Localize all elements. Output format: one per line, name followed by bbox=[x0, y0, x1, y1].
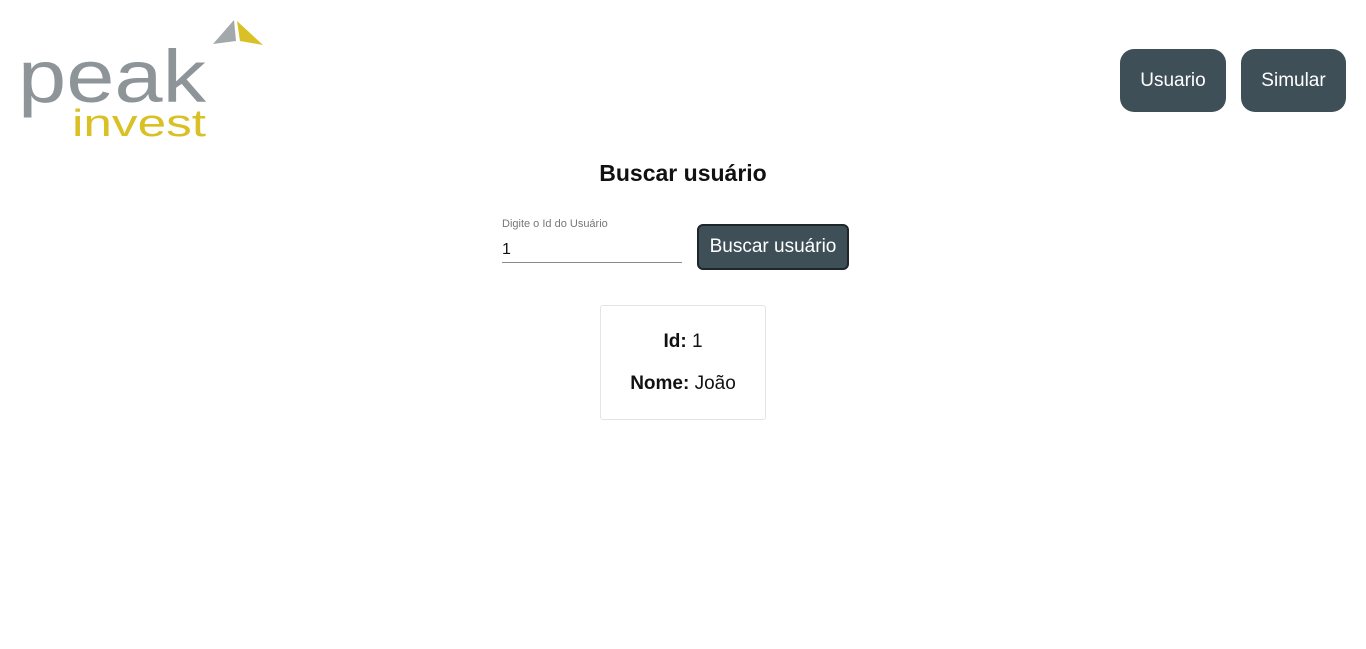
logo-word-invest: invest bbox=[72, 103, 207, 142]
logo-arrow-yellow bbox=[237, 21, 263, 45]
peak-invest-logo[interactable]: peak invest bbox=[18, 18, 268, 142]
search-user-button[interactable]: Buscar usuário bbox=[697, 224, 849, 270]
result-nome-line: Nome: João bbox=[601, 373, 765, 395]
user-id-label: Digite o Id do Usuário bbox=[502, 218, 608, 230]
user-result-card: Id: 1 Nome: João bbox=[600, 305, 766, 420]
user-id-field: Digite o Id do Usuário bbox=[502, 218, 682, 264]
logo-graphic: peak invest bbox=[18, 20, 263, 142]
search-row: Digite o Id do Usuário Buscar usuário bbox=[502, 218, 849, 270]
top-nav: Usuario Simular bbox=[1120, 49, 1346, 112]
page: peak invest Usuario Simular Buscar usuár… bbox=[0, 0, 1366, 649]
result-nome-label: Nome: bbox=[630, 373, 690, 394]
usuario-button[interactable]: Usuario bbox=[1120, 49, 1226, 112]
user-id-input[interactable] bbox=[502, 237, 682, 263]
page-title: Buscar usuário bbox=[599, 160, 767, 186]
result-nome-value: João bbox=[694, 373, 736, 394]
result-id-value: 1 bbox=[691, 331, 703, 352]
result-id-line: Id: 1 bbox=[601, 331, 765, 353]
simular-button[interactable]: Simular bbox=[1241, 49, 1346, 112]
logo-arrow-gray bbox=[213, 20, 236, 44]
result-id-label: Id: bbox=[663, 331, 687, 352]
